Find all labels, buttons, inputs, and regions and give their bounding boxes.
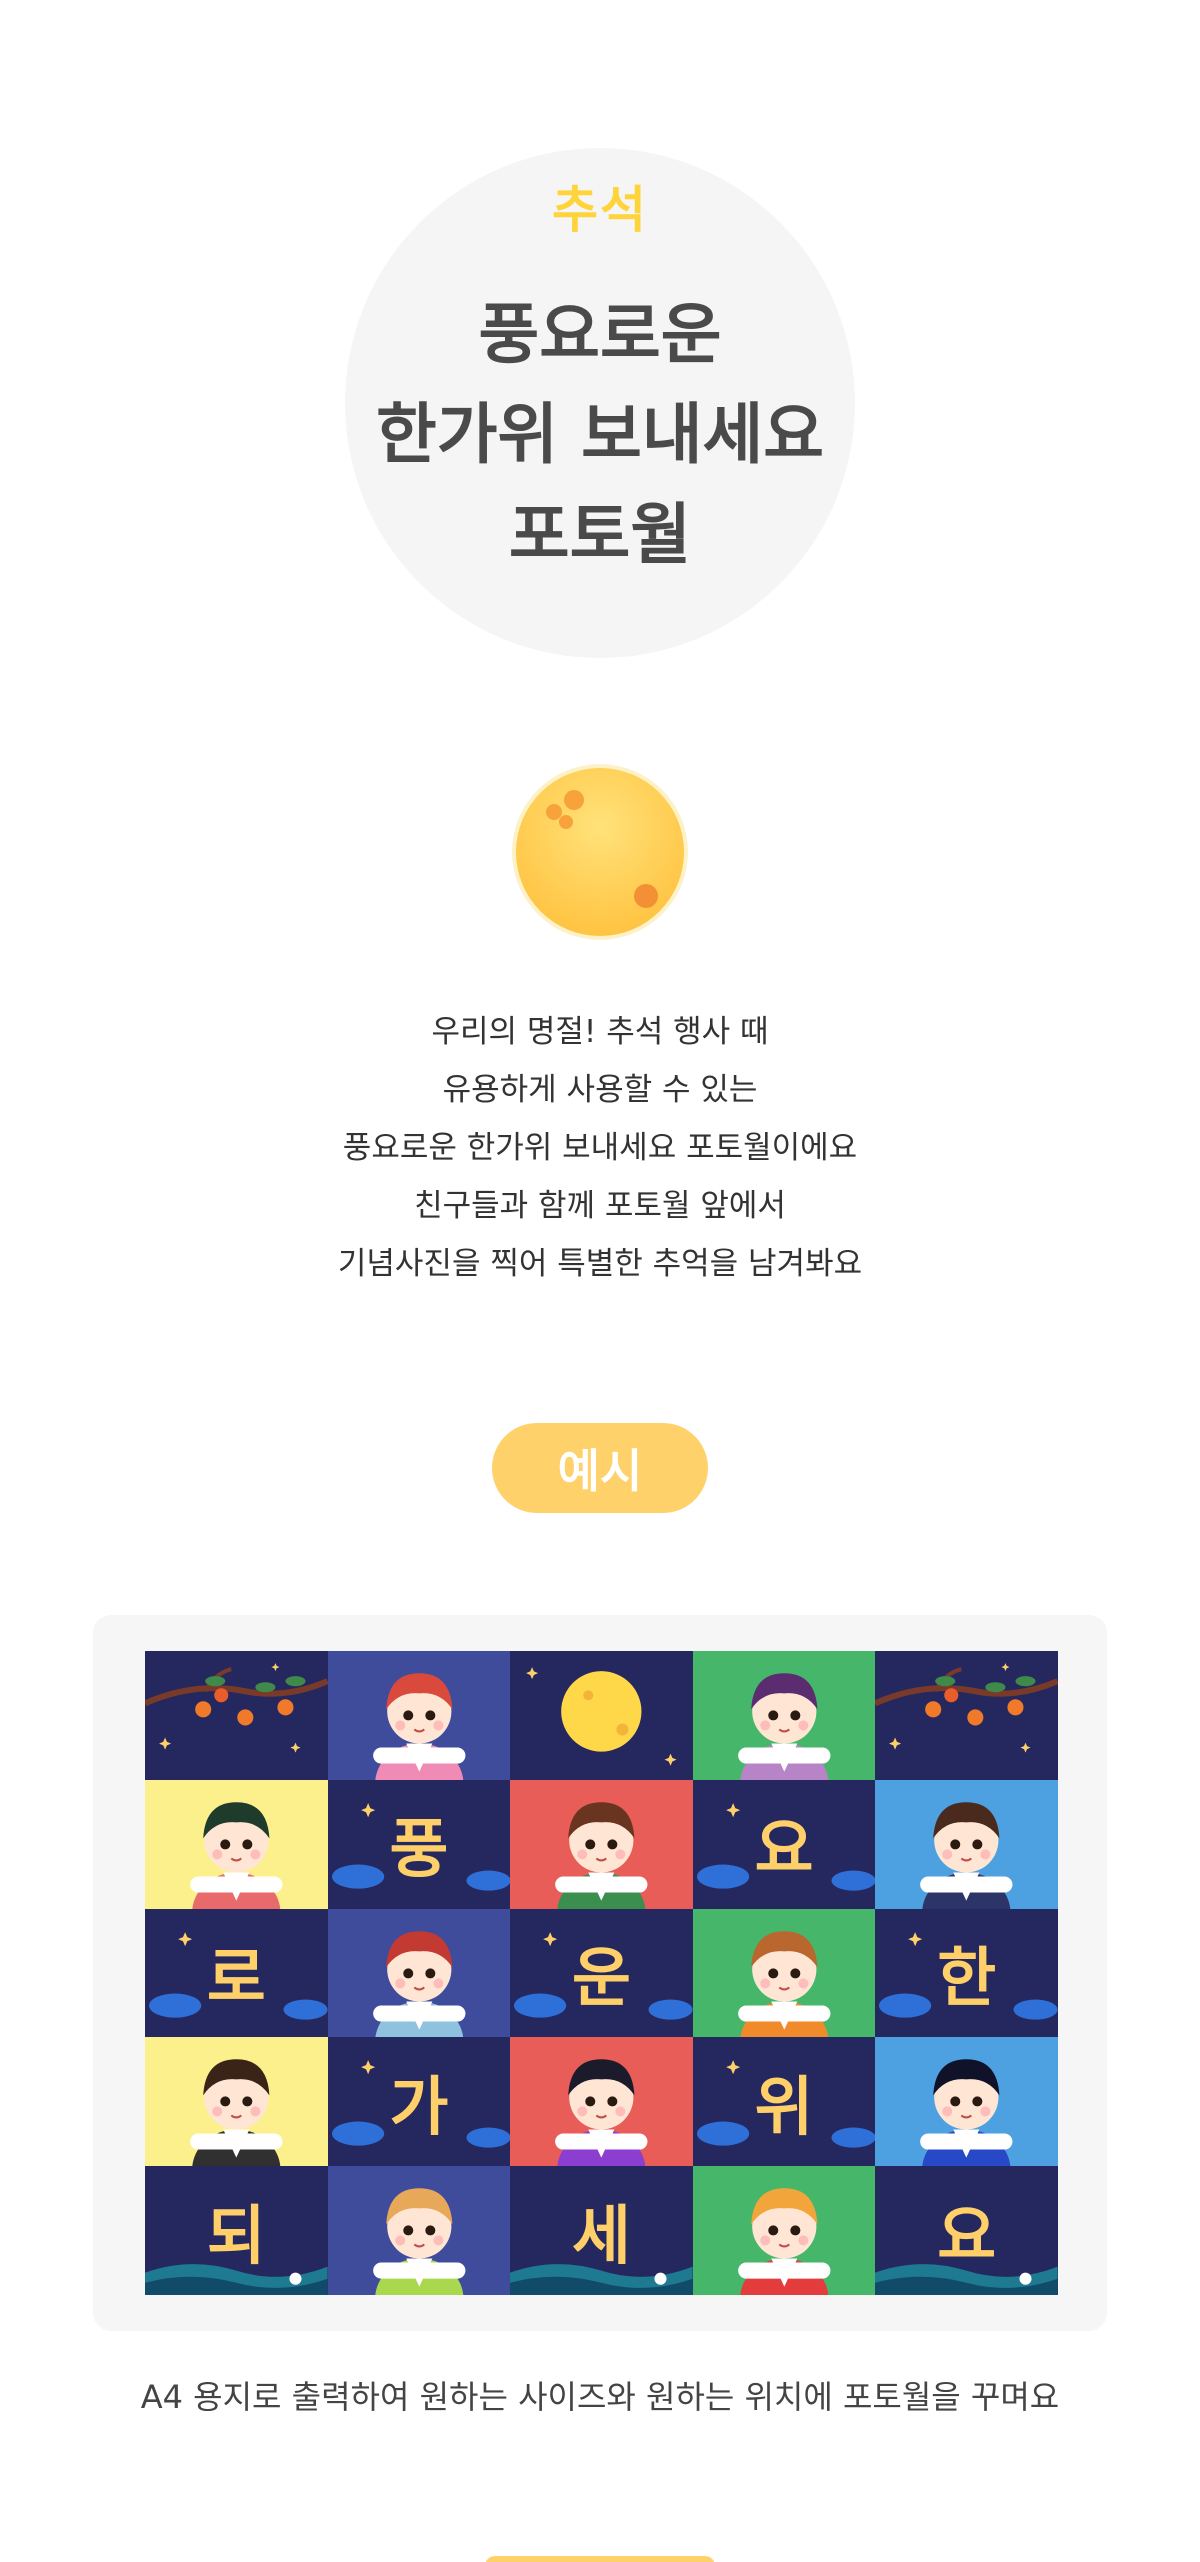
intro-text: 우리의 명절! 추석 행사 때 유용하게 사용할 수 있는 풍요로운 한가위 보… <box>0 1003 1200 1293</box>
full-moon-icon <box>508 760 692 944</box>
photowall-syllable: 한 <box>937 1941 997 2016</box>
photowall-tile: 로 <box>145 1908 328 2038</box>
persimmon-branch-icon <box>875 1663 1058 1753</box>
child-in-hanbok-icon <box>737 1673 831 1780</box>
moon-icon <box>526 1667 677 1766</box>
photowall-tile: 세 <box>510 2166 693 2295</box>
child-in-hanbok-icon <box>372 1673 466 1780</box>
persimmon-branch-icon <box>145 1663 328 1753</box>
intro-line: 기념사진을 찍어 특별한 추억을 남겨봐요 <box>337 1246 863 1282</box>
photowall-syllable: 위 <box>754 2070 814 2145</box>
photowall-tile: 풍 <box>327 1779 511 1909</box>
child-in-hanbok-icon <box>737 2188 831 2295</box>
photowall-tile: 되 <box>145 2166 328 2295</box>
photowall-tile <box>875 1651 1058 1780</box>
hero-title-line: 풍요로운 <box>478 296 722 373</box>
photowall-tile <box>692 1651 876 1780</box>
intro-line: 친구들과 함께 포토월 앞에서 <box>414 1188 786 1224</box>
photowall-tile <box>327 1908 511 2038</box>
photowall-tile <box>145 2037 328 2167</box>
child-in-hanbok-icon <box>372 1930 466 2038</box>
photowall-preview-grid: 풍 요 로 운 한 가 위 되 세 요 <box>145 1651 1058 2295</box>
photowall-syllable: 로 <box>206 1941 266 2016</box>
photowall-tile <box>145 1651 328 1780</box>
photowall-tile <box>327 2166 511 2295</box>
photowall-tile <box>510 1779 693 1909</box>
photowall-syllable: 요 <box>937 2199 997 2274</box>
child-in-hanbok-icon <box>190 1802 283 1909</box>
photowall-tile <box>692 1908 876 2038</box>
hero-title: 풍요로운 한가위 보내세요 포토월 <box>0 285 1200 585</box>
photowall-syllable: 되 <box>206 2199 266 2274</box>
photowall-syllable: 풍 <box>389 1813 449 1888</box>
photowall-syllable: 가 <box>389 2070 449 2145</box>
child-in-hanbok-icon <box>190 2059 283 2167</box>
photowall-tile <box>510 1651 693 1780</box>
hero-kicker: 추석 <box>552 181 648 239</box>
preview-caption: A4 용지로 출력하여 원하는 사이즈와 원하는 위치에 포토월을 꾸며요 <box>140 2378 1060 2416</box>
child-in-hanbok-icon <box>555 2059 648 2167</box>
photowall-tile <box>327 1651 511 1780</box>
intro-line: 유용하게 사용할 수 있는 <box>442 1072 758 1108</box>
child-in-hanbok-icon <box>920 1802 1013 1909</box>
photowall-syllable: 세 <box>572 2199 631 2274</box>
hero-title-line: 포토월 <box>508 496 692 573</box>
photowall-tile: 위 <box>692 2037 876 2167</box>
photowall-tile: 요 <box>692 1779 876 1909</box>
hero-title-line: 한가위 보내세요 <box>375 396 825 473</box>
photowall-tile <box>145 1779 328 1909</box>
child-in-hanbok-icon <box>920 2059 1013 2167</box>
child-in-hanbok-icon <box>737 1930 831 2038</box>
intro-line: 우리의 명절! 추석 행사 때 <box>431 1014 769 1050</box>
photowall-tile: 운 <box>510 1908 693 2038</box>
photowall-syllable: 운 <box>572 1941 631 2016</box>
example-badge: 예시 <box>492 1423 708 1513</box>
photowall-tile: 한 <box>875 1908 1058 2038</box>
photowall-tile <box>510 2037 693 2167</box>
photowall-tile <box>875 2037 1058 2167</box>
photowall-tile <box>692 2166 876 2295</box>
intro-line: 풍요로운 한가위 보내세요 포토월이에요 <box>342 1130 858 1166</box>
photowall-tile <box>875 1779 1058 1909</box>
child-in-hanbok-icon <box>555 1802 648 1909</box>
photowall-tile: 요 <box>875 2166 1058 2295</box>
photowall-tile: 가 <box>327 2037 511 2167</box>
next-section-badge <box>485 2556 715 2562</box>
child-in-hanbok-icon <box>372 2188 466 2295</box>
photowall-syllable: 요 <box>754 1813 814 1888</box>
